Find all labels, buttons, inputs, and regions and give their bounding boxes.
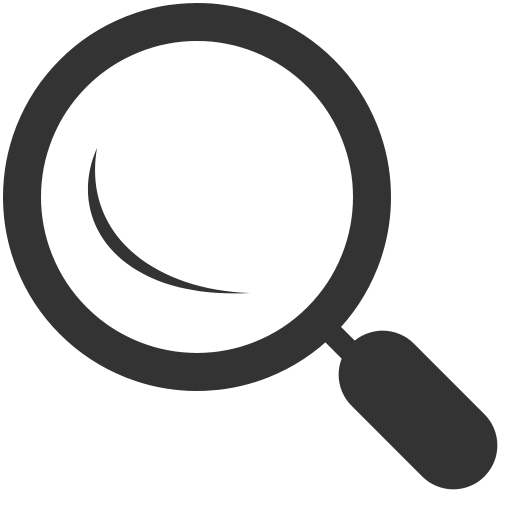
search-icon <box>0 0 512 512</box>
magnifying-glass-graphic <box>3 3 498 490</box>
lens-highlight <box>87 148 250 294</box>
lens-ring <box>3 3 391 391</box>
